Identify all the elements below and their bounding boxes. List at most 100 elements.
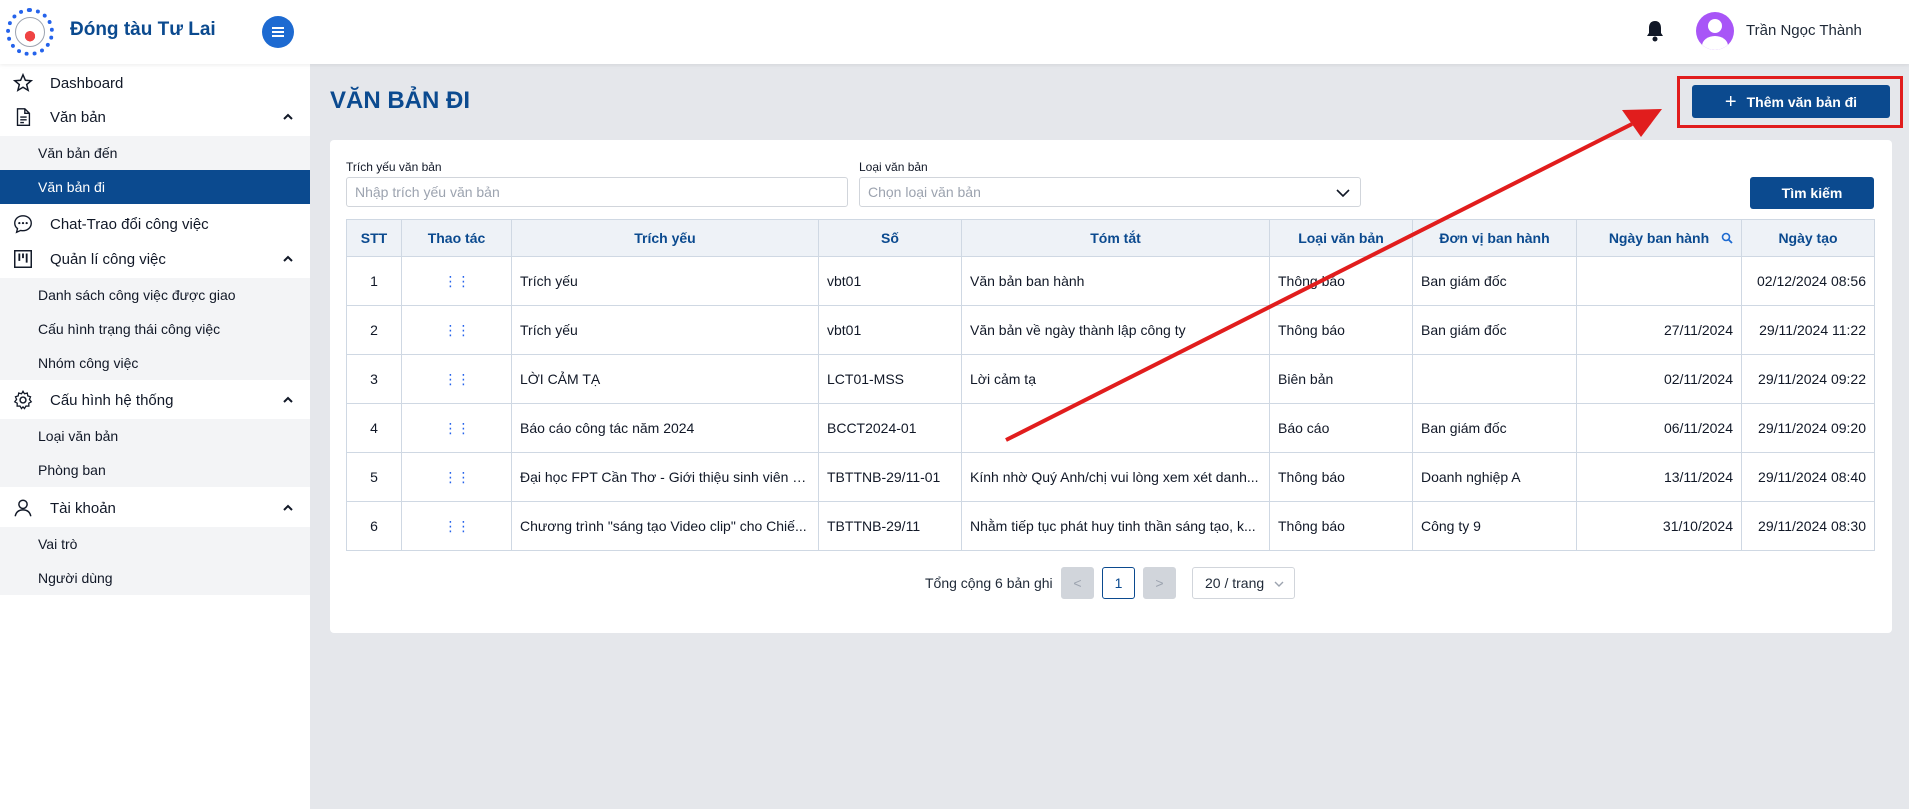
header-tom-tat[interactable]: Tóm tắt: [961, 219, 1270, 257]
page-size-value: 20 / trang: [1205, 575, 1265, 591]
cell-trich-yeu: Trích yếu: [511, 256, 819, 306]
chat-bubble-icon: [14, 215, 32, 234]
table-row[interactable]: 3 ⋮⋮ LỜI CẢM TẠ LCT01-MSS Lời cảm tạ Biê…: [346, 354, 1875, 404]
table-row[interactable]: 2 ⋮⋮ Trích yếu vbt01 Văn bản về ngày thà…: [346, 305, 1875, 355]
row-actions-icon[interactable]: ⋮⋮: [401, 256, 512, 306]
top-bar: Đóng tàu Tư Lai Trần Ngọc Thành: [0, 0, 1909, 64]
star-icon: [12, 72, 34, 92]
cell-trich-yeu: Đại học FPT Cần Thơ - Giới thiệu sinh vi…: [511, 452, 819, 502]
page-1-button[interactable]: 1: [1102, 567, 1135, 599]
header-so[interactable]: Số: [818, 219, 962, 257]
cell-so: TBTTNB-29/11-01: [818, 452, 962, 502]
sidebar-item-van-ban-den[interactable]: Văn bản đến: [0, 136, 310, 170]
cell-ngay-ban-hanh: 02/11/2024: [1576, 354, 1742, 404]
cell-stt: 4: [346, 403, 402, 453]
cell-don-vi: [1412, 354, 1577, 404]
sidebar-toggle-button[interactable]: [262, 16, 294, 48]
sidebar-item-vai-tro[interactable]: Vai trò: [0, 527, 310, 561]
trich-yeu-label: Trích yếu văn bản: [346, 160, 442, 174]
header-trich-yeu[interactable]: Trích yếu: [511, 219, 819, 257]
cell-loai-van-ban: Thông báo: [1269, 305, 1413, 355]
sidebar-item-danh-sach-cong-viec[interactable]: Danh sách công việc được giao: [0, 278, 310, 312]
sidebar-item-label: Loại văn bản: [38, 428, 119, 444]
cell-so: BCCT2024-01: [818, 403, 962, 453]
highlight-annotation-box: [1677, 76, 1903, 128]
cell-ngay-tao: 29/11/2024 08:40: [1741, 452, 1875, 502]
user-name[interactable]: Trần Ngọc Thành: [1746, 22, 1862, 39]
table-row[interactable]: 5 ⋮⋮ Đại học FPT Cần Thơ - Giới thiệu si…: [346, 452, 1875, 502]
table-row[interactable]: 4 ⋮⋮ Báo cáo công tác năm 2024 BCCT2024-…: [346, 403, 1875, 453]
sidebar-item-nguoi-dung[interactable]: Người dùng: [0, 561, 310, 595]
cell-so: vbt01: [818, 256, 962, 306]
dots-icon: ⋮⋮: [443, 517, 471, 534]
row-actions-icon[interactable]: ⋮⋮: [401, 305, 512, 355]
table-row[interactable]: 6 ⋮⋮ Chương trình "sáng tạo Video clip" …: [346, 501, 1875, 551]
next-page-button[interactable]: >: [1143, 567, 1176, 599]
sidebar-group-cau-hinh-he-thong[interactable]: Cấu hình hệ thống: [0, 383, 310, 417]
sidebar-item-label: Danh sách công việc được giao: [38, 287, 236, 303]
company-logo: [6, 8, 54, 56]
table-row[interactable]: 1 ⋮⋮ Trích yếu vbt01 Văn bản ban hành Th…: [346, 256, 1875, 306]
table-header-row: STT Thao tác Trích yếu Số Tóm tắt Loại v…: [346, 219, 1875, 257]
sidebar-item-van-ban-di[interactable]: Văn bản đi: [0, 170, 310, 204]
trich-yeu-input[interactable]: Nhập trích yếu văn bản: [346, 177, 848, 207]
header-ngay-ban-hanh-label: Ngày ban hành: [1608, 230, 1710, 246]
sidebar-item-label: Phòng ban: [38, 462, 106, 478]
chevron-up-icon: [283, 113, 293, 120]
cell-trich-yeu: Trích yếu: [511, 305, 819, 355]
cell-loai-van-ban: Thông báo: [1269, 256, 1413, 306]
sidebar-item-dashboard[interactable]: Dashboard: [0, 66, 310, 100]
sidebar-group-label: Cấu hình hệ thống: [50, 391, 174, 409]
row-actions-icon[interactable]: ⋮⋮: [401, 403, 512, 453]
sidebar-item-label: Văn bản đi: [38, 179, 105, 195]
cell-ngay-ban-hanh: 06/11/2024: [1576, 403, 1742, 453]
sidebar-group-van-ban[interactable]: Văn bản: [0, 100, 310, 134]
loai-van-ban-select[interactable]: Chọn loại văn bản: [859, 177, 1361, 207]
header-don-vi-ban-hanh[interactable]: Đơn vị ban hành: [1412, 219, 1577, 257]
cell-don-vi: Ban giám đốc: [1412, 403, 1577, 453]
row-actions-icon[interactable]: ⋮⋮: [401, 452, 512, 502]
sidebar-group-label: Quản lí công việc: [50, 250, 166, 268]
sidebar-item-chat[interactable]: Chat-Trao đổi công việc: [0, 207, 310, 241]
cell-loai-van-ban: Báo cáo: [1269, 403, 1413, 453]
header-ngay-tao[interactable]: Ngày tạo: [1741, 219, 1875, 257]
cell-stt: 1: [346, 256, 402, 306]
sidebar-item-nhom-cong-viec[interactable]: Nhóm công việc: [0, 346, 310, 380]
sidebar-group-label: Văn bản: [50, 108, 106, 126]
cell-ngay-ban-hanh: 27/11/2024: [1576, 305, 1742, 355]
header-loai-van-ban[interactable]: Loại văn bản: [1269, 219, 1413, 257]
cell-ngay-tao: 29/11/2024 08:30: [1741, 501, 1875, 551]
cell-so: TBTTNB-29/11: [818, 501, 962, 551]
cell-tom-tat: [961, 403, 1270, 453]
row-actions-icon[interactable]: ⋮⋮: [401, 354, 512, 404]
cell-ngay-ban-hanh: 13/11/2024: [1576, 452, 1742, 502]
loai-van-ban-placeholder: Chọn loại văn bản: [868, 184, 981, 200]
dots-icon: ⋮⋮: [443, 419, 471, 436]
search-button[interactable]: Tìm kiếm: [1750, 177, 1874, 209]
cell-ngay-tao: 02/12/2024 08:56: [1741, 256, 1875, 306]
sidebar-item-loai-van-ban[interactable]: Loại văn bản: [0, 419, 310, 453]
cell-loai-van-ban: Thông báo: [1269, 501, 1413, 551]
sidebar-group-quan-li-cong-viec[interactable]: Quản lí công việc: [0, 242, 310, 276]
page-size-select[interactable]: 20 / trang: [1192, 567, 1295, 599]
sidebar-item-phong-ban[interactable]: Phòng ban: [0, 453, 310, 487]
avatar[interactable]: [1696, 12, 1734, 50]
chevron-up-icon: [283, 396, 293, 403]
cell-don-vi: Ban giám đốc: [1412, 256, 1577, 306]
chevron-down-icon: [1336, 189, 1350, 198]
trich-yeu-placeholder: Nhập trích yếu văn bản: [355, 184, 500, 200]
brand-name: Đóng tàu Tư Lai: [70, 19, 216, 40]
cell-loai-van-ban: Biên bản: [1269, 354, 1413, 404]
row-actions-icon[interactable]: ⋮⋮: [401, 501, 512, 551]
search-icon[interactable]: [1721, 232, 1733, 244]
header-ngay-ban-hanh[interactable]: Ngày ban hành: [1576, 219, 1742, 257]
sidebar-item-cau-hinh-trang-thai[interactable]: Cấu hình trạng thái công việc: [0, 312, 310, 346]
pagination-total: Tổng cộng 6 bản ghi: [925, 575, 1053, 591]
dots-icon: ⋮⋮: [443, 370, 471, 387]
prev-page-button[interactable]: <: [1061, 567, 1094, 599]
sidebar-item-label: Nhóm công việc: [38, 355, 139, 371]
user-icon: [14, 499, 32, 517]
dots-icon: ⋮⋮: [443, 272, 471, 289]
bell-icon[interactable]: [1645, 19, 1665, 43]
sidebar-group-tai-khoan[interactable]: Tài khoản: [0, 491, 310, 525]
